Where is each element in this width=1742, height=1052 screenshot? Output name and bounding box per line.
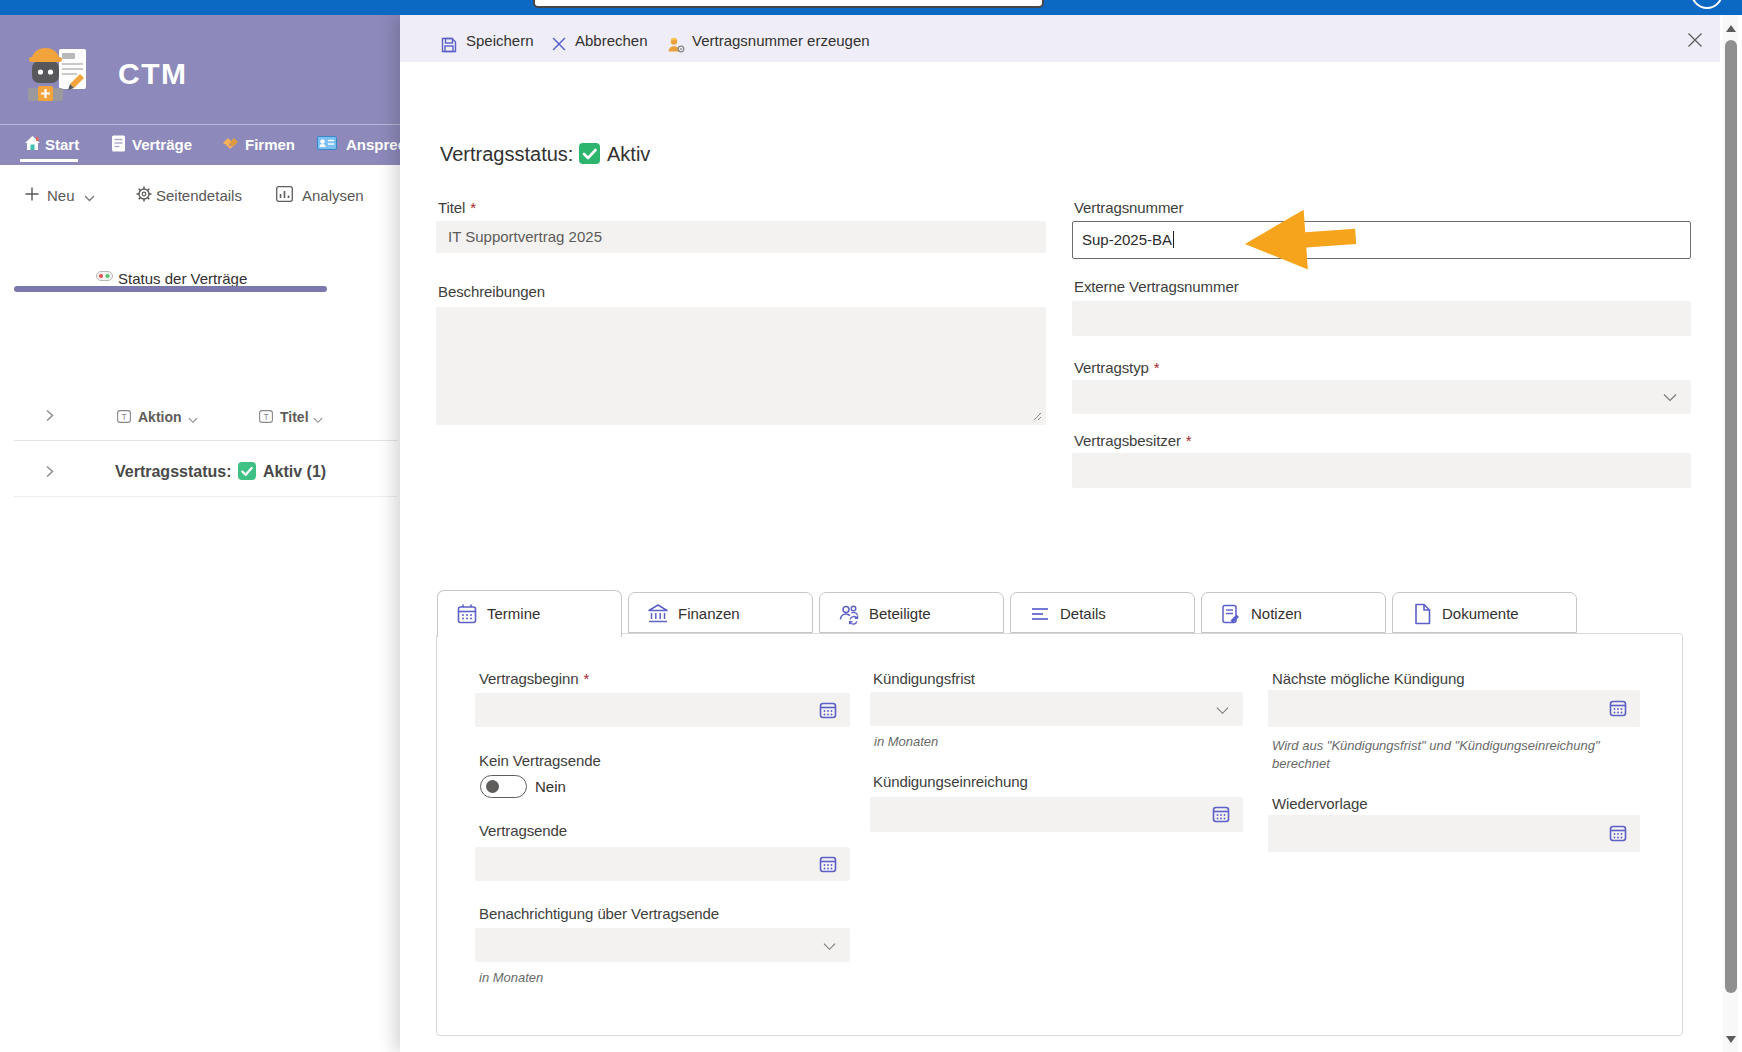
svg-text:T: T [263,412,268,422]
expand-chevron-icon[interactable] [46,465,54,478]
required-mark: * [1154,359,1160,376]
row-divider [14,496,397,497]
toolbar-analysen-button[interactable]: Analysen [302,187,364,204]
contract-form-panel: Speichern Abbrechen Vertragsnummer erzeu… [400,15,1720,1052]
chevron-down-icon[interactable] [188,415,198,426]
app-title: CTM [118,57,187,91]
vertragsnummer-label: Vertragsnummer [1074,199,1183,216]
column-header-titel[interactable]: Titel [280,409,309,425]
required-mark: * [470,199,476,216]
nav-item-vertraege[interactable]: Verträge [132,136,192,153]
toolbar-new-button[interactable]: Neu [47,187,75,204]
status-heading-label: Vertragsstatus: [440,143,573,166]
annotation-arrow [1241,204,1361,282]
externe-label: Externe Vertragsnummer [1074,278,1239,295]
beschreibungen-label: Beschreibungen [438,283,545,300]
details-lines-icon [1028,602,1052,626]
save-icon [441,37,457,53]
svg-text:T: T [121,412,126,422]
nav-active-underline [20,159,78,162]
tab-details[interactable]: Details [1010,592,1195,633]
tab-beteiligte[interactable]: Beteiligte [819,592,1004,633]
status-pill-icon [96,271,113,281]
app-header: CTM [0,15,400,124]
text-column-icon: T [117,410,131,423]
vertragstyp-dropdown[interactable] [1072,380,1691,414]
generate-number-icon [667,36,685,54]
text-column-icon: T [259,410,273,423]
beschreibungen-textarea[interactable] [436,307,1046,425]
handshake-icon [221,136,240,151]
cancel-button[interactable]: Abbrechen [575,32,648,49]
suite-top-bar [0,0,1742,15]
vertragstyp-label: Vertragstyp [1074,359,1149,376]
panel-command-bar: Speichern Abbrechen Vertragsnummer erzeu… [400,15,1720,62]
status-heading-value: Aktiv [607,143,650,166]
tab-termine[interactable]: Termine [437,590,622,637]
analytics-icon [276,186,293,202]
vertragsbesitzer-input[interactable] [1072,453,1691,488]
people-sync-icon [837,602,861,626]
chart-tab-label[interactable]: Status der Verträge [118,270,247,287]
scrollbar[interactable] [1720,15,1742,1052]
avatar[interactable] [1691,0,1723,9]
cancel-icon [552,37,566,51]
titel-label: Titel [438,199,465,216]
vertragsbesitzer-label: Vertragsbesitzer [1074,432,1181,449]
contact-card-icon [317,136,337,150]
nav-item-start[interactable]: Start [45,136,79,153]
close-icon[interactable] [1687,32,1703,48]
chevron-down-icon [1663,392,1677,403]
text-cursor [1173,231,1174,248]
vertragsnummer-input[interactable]: Sup-2025-BA [1072,221,1691,259]
externe-input[interactable] [1072,301,1691,336]
bank-icon [646,602,670,626]
tab-finanzen[interactable]: Finanzen [628,592,813,633]
group-row-label[interactable]: Vertragsstatus: [115,463,232,481]
save-button[interactable]: Speichern [466,32,534,49]
titel-input[interactable]: IT Supportvertrag 2025 [436,221,1046,253]
scroll-down-icon[interactable] [1726,1036,1736,1043]
add-icon [25,187,39,201]
chart-tab-underline [14,286,327,292]
main-nav: Start Verträge Firmen Ansprechpartner [0,124,400,165]
notes-icon [1219,602,1243,626]
generate-number-button[interactable]: Vertragsnummer erzeugen [692,32,870,49]
calendar-icon [455,602,479,626]
scroll-up-icon[interactable] [1726,25,1736,32]
document-icon [1410,602,1434,626]
scrollbar-thumb[interactable] [1725,40,1737,993]
nav-item-ansprechpartner[interactable]: Ansprechpartner [346,136,400,153]
resize-handle[interactable] [1033,412,1042,421]
contracts-icon [111,135,126,152]
chevron-down-icon[interactable] [313,415,323,426]
toolbar-pagedetails-button[interactable]: Seitendetails [156,187,242,204]
home-icon [24,135,41,152]
search-input[interactable] [533,0,1044,8]
tab-notizen[interactable]: Notizen [1201,592,1386,633]
column-header-aktion[interactable]: Aktion [138,409,182,425]
app-logo [28,44,90,104]
required-mark: * [1186,432,1192,449]
status-checkbox-icon [238,462,256,480]
tab-content-panel [436,633,1683,1036]
status-checkbox-icon[interactable] [579,143,600,164]
sidebar: CTM Start Verträge Firmen An [0,15,400,1052]
header-divider [14,440,397,441]
group-row-value[interactable]: Aktiv (1) [263,463,326,481]
nav-item-firmen[interactable]: Firmen [245,136,295,153]
expand-chevron-icon[interactable] [46,409,54,422]
tab-dokumente[interactable]: Dokumente [1392,592,1577,633]
gear-icon [136,186,152,202]
chevron-down-icon [84,193,95,204]
